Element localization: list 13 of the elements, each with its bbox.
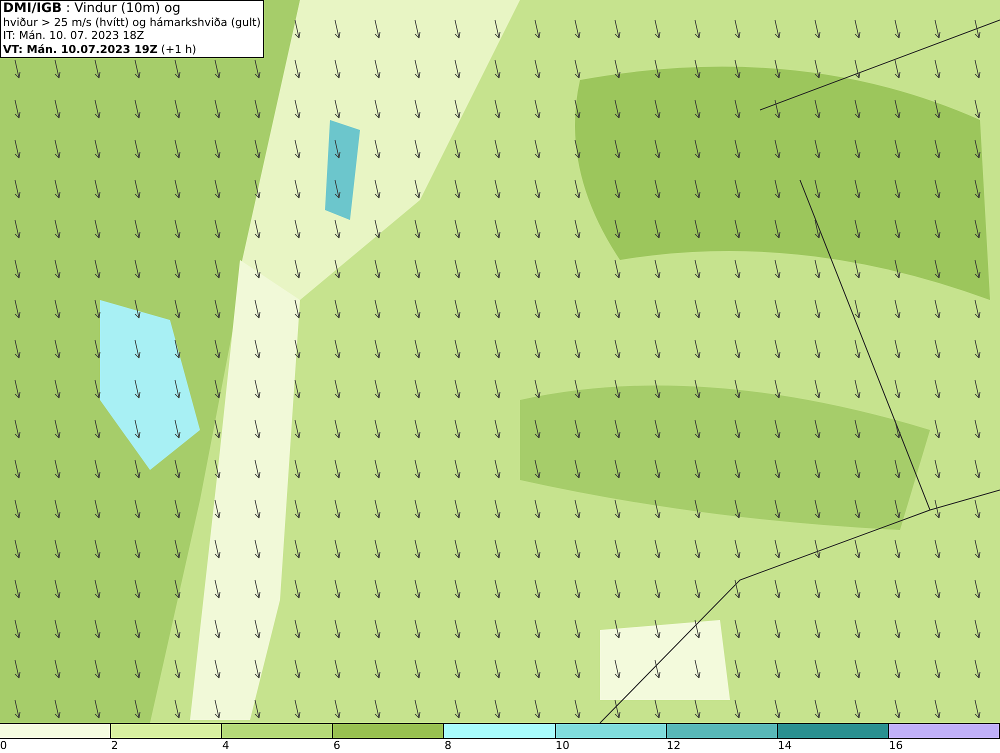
title-text: VT: Mán. 10.07.2023 19Z (+1 h) (3, 42, 198, 56)
title-text: hviður > 25 m/s (hvítt) og hámarkshviða (gult) (3, 16, 261, 29)
legend-tick-label: 2 (111, 739, 118, 753)
legend-tick-label: 8 (444, 739, 452, 753)
legend-tick-label: 0 (0, 739, 7, 753)
legend-tick-label: 6 (333, 739, 340, 753)
legend-tick-label: 10 (556, 739, 570, 753)
legend-tick-label: 16 (888, 739, 903, 753)
title-text: IT: Mán. 10. 07. 2023 18Z (3, 29, 146, 42)
legend-tick-label: 4 (222, 739, 230, 753)
legend-tick-label: 14 (778, 739, 792, 753)
title-text: DMI/IGB : Vindur (10m) og (3, 2, 182, 16)
legend-tick-label: 12 (666, 739, 681, 753)
